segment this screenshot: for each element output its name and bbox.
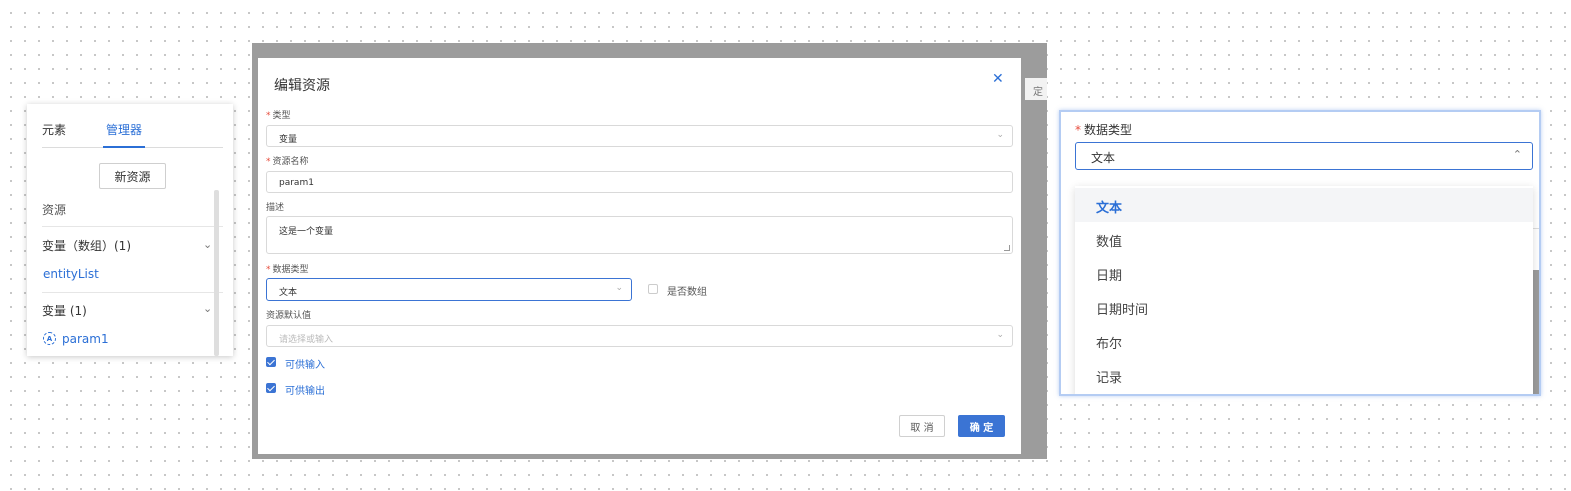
divider — [1533, 228, 1539, 229]
chevron-down-icon: ⌄ — [996, 130, 1004, 140]
chevron-down-icon: ⌄ — [996, 330, 1004, 340]
divider — [42, 226, 223, 227]
available-output-label: 可供输出 — [285, 386, 325, 397]
resource-manager-panel: 元素 管理器 新资源 资源 变量（数组）(1) ⌄ entityList 变量 … — [27, 104, 233, 356]
resources-heading: 资源 — [42, 203, 67, 217]
option-text[interactable]: 文本 — [1075, 188, 1533, 222]
tab-manager[interactable]: 管理器 — [106, 121, 142, 138]
data-type-options-list: 文本 数值 日期 日期时间 布尔 记录 — [1075, 186, 1533, 394]
chevron-down-icon: ⌄ — [615, 283, 623, 293]
resource-name-label: * 资源名称 — [266, 157, 309, 167]
type-select[interactable]: 变量 ⌄ — [266, 125, 1013, 147]
data-type-select-open[interactable]: 文本 ⌃ — [1075, 142, 1533, 170]
default-value-label: 资源默认值 — [266, 311, 312, 321]
group-header-array-variables[interactable]: 变量（数组）(1) — [42, 237, 131, 254]
available-output-checkbox[interactable] — [266, 383, 276, 393]
ok-button[interactable]: 确 定 — [958, 415, 1005, 437]
data-type-label: * 数据类型 — [1075, 123, 1133, 137]
option-boolean[interactable]: 布尔 — [1075, 324, 1533, 358]
chevron-down-icon[interactable]: ⌄ — [203, 302, 212, 315]
data-type-select[interactable]: 文本 ⌄ — [266, 278, 632, 301]
cancel-button[interactable]: 取 消 — [899, 415, 945, 437]
scrollbar[interactable] — [214, 190, 219, 356]
option-record[interactable]: 记录 — [1075, 358, 1533, 392]
dialog-title: 编辑资源 — [274, 78, 330, 94]
resource-item-param1[interactable]: param1 — [62, 332, 109, 346]
option-datetime[interactable]: 日期时间 — [1075, 290, 1533, 324]
new-resource-button[interactable]: 新资源 — [99, 163, 166, 189]
data-type-label: * 数据类型 — [266, 265, 309, 275]
is-array-label: 是否数组 — [667, 287, 707, 298]
group-header-variables[interactable]: 变量 (1) — [42, 302, 87, 319]
default-value-select[interactable]: 请选择或输入 ⌄ — [266, 325, 1013, 347]
resource-item-entitylist[interactable]: entityList — [43, 267, 99, 281]
option-date[interactable]: 日期 — [1075, 256, 1533, 290]
manager-tabs: 元素 管理器 — [42, 104, 223, 148]
variable-icon: A — [43, 332, 56, 345]
data-type-dropdown-zoom: * 数据类型 文本 ⌃ 文本 数值 日期 日期时间 布尔 记录 — [1059, 110, 1541, 396]
option-number[interactable]: 数值 — [1075, 222, 1533, 256]
resize-handle-icon[interactable] — [1004, 245, 1010, 251]
background-button-peek: 定 — [1025, 78, 1047, 100]
chevron-up-icon: ⌃ — [1512, 148, 1522, 161]
is-array-checkbox[interactable] — [648, 284, 658, 294]
tab-elements[interactable]: 元素 — [42, 121, 66, 138]
edit-resource-dialog: 编辑资源 ✕ * 类型 变量 ⌄ * 资源名称 param1 描述 这是一个变量 *… — [258, 58, 1021, 454]
available-input-checkbox[interactable] — [266, 357, 276, 367]
chevron-down-icon[interactable]: ⌄ — [203, 238, 212, 251]
type-label: * 类型 — [266, 111, 291, 121]
close-icon[interactable]: ✕ — [992, 71, 1004, 87]
description-textarea[interactable]: 这是一个变量 — [266, 216, 1013, 254]
resource-name-input[interactable]: param1 — [266, 171, 1013, 193]
divider — [42, 292, 223, 293]
modal-overlay-edge — [1533, 270, 1539, 394]
available-input-label: 可供输入 — [285, 360, 325, 371]
active-tab-indicator — [103, 146, 145, 148]
description-label: 描述 — [266, 203, 285, 213]
